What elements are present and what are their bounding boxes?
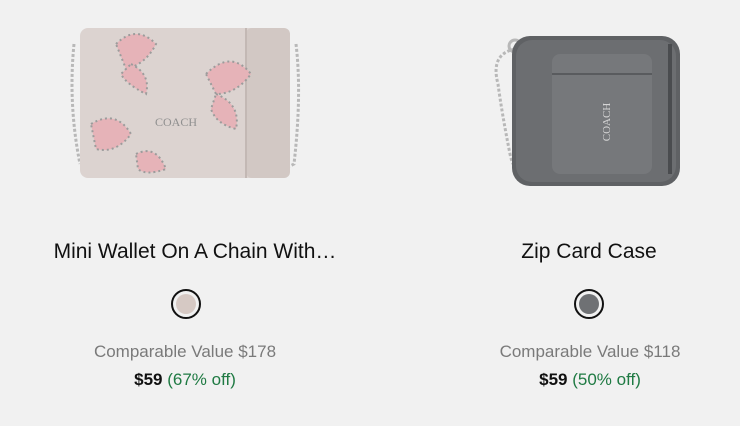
svg-text:COACH: COACH <box>601 103 613 142</box>
product-card[interactable]: COACH Mini Wallet On A Chain With… Compa… <box>0 0 370 426</box>
color-swatch[interactable] <box>171 289 201 319</box>
sale-price: $59 <box>134 370 163 389</box>
product-card[interactable]: COACH Zip Card Case Comparable Value $11… <box>370 0 740 426</box>
swatch-fill <box>579 294 599 314</box>
swatch-fill <box>176 294 196 314</box>
product-title[interactable]: Mini Wallet On A Chain With… <box>10 240 380 264</box>
discount-percent: (67% off) <box>167 370 236 389</box>
color-swatch[interactable] <box>574 289 604 319</box>
comparable-value: Comparable Value $178 <box>93 342 277 361</box>
sale-price: $59 <box>539 370 568 389</box>
product-title[interactable]: Zip Card Case <box>404 240 740 264</box>
product-image-mini-wallet[interactable]: COACH <box>66 14 306 190</box>
price-line: $59 (50% off) <box>405 370 740 390</box>
discount-percent: (50% off) <box>572 370 641 389</box>
comparable-value: Comparable Value $118 <box>499 342 681 361</box>
svg-text:COACH: COACH <box>155 115 197 129</box>
product-image-zip-card-case[interactable]: COACH <box>470 14 710 190</box>
price-line: $59 (67% off) <box>0 370 370 390</box>
